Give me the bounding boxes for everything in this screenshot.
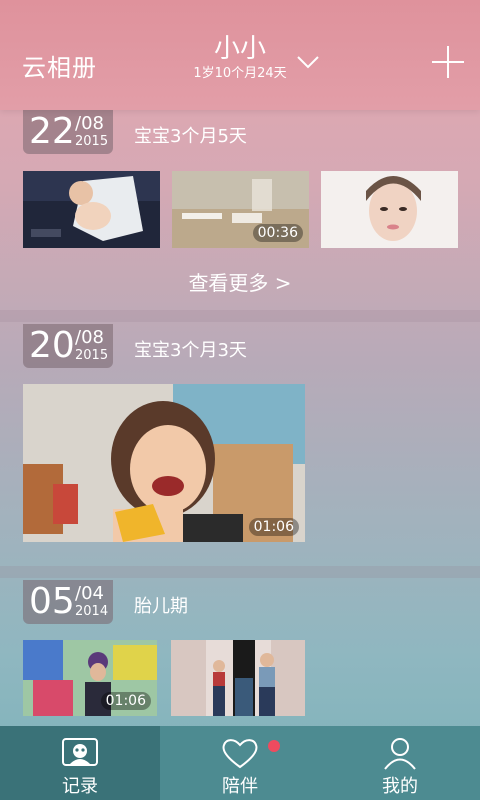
date-badge: 20 /08 2015	[23, 324, 113, 368]
date-badge: 22 /08 2015	[23, 110, 113, 154]
date-year: 2015	[75, 348, 109, 363]
date-month: /04	[75, 583, 104, 604]
age-label: 宝宝3个月3天	[134, 340, 247, 361]
baby-age: 1岁10个月24天	[193, 66, 287, 81]
tab-companion[interactable]: 陪伴	[160, 726, 320, 800]
video-duration: 01:06	[248, 518, 299, 536]
age-label: 胎儿期	[134, 596, 188, 617]
tab-label: 我的	[382, 776, 418, 797]
baby-name: 小小	[213, 34, 266, 64]
video-duration: 00:36	[252, 224, 303, 242]
section-divider	[0, 310, 480, 322]
date-badge: 05 /04 2014	[23, 580, 113, 624]
tab-record[interactable]: 记录	[0, 726, 160, 800]
portrait-photo	[321, 171, 458, 248]
person-icon	[384, 738, 416, 770]
add-icon[interactable]	[430, 44, 466, 80]
date-month: /08	[75, 327, 104, 348]
screen: 云相册 小小 1岁10个月24天 22 /08 2015 宝宝3个月5天 00:…	[0, 0, 480, 800]
timeline-section: 05 /04 2014 胎儿期 01:06	[0, 578, 480, 728]
tab-me[interactable]: 我的	[320, 726, 480, 800]
bottom-tab-bar: 记录 陪伴 我的	[0, 726, 480, 800]
age-label: 宝宝3个月5天	[134, 126, 247, 147]
date-month: /08	[75, 113, 104, 134]
photo-thumbnail[interactable]	[321, 171, 458, 248]
video-thumbnail[interactable]: 00:36	[172, 171, 309, 248]
timeline-section: 20 /08 2015 宝宝3个月3天 01:06	[0, 322, 480, 552]
app-title: 云相册	[22, 54, 97, 82]
record-icon	[62, 738, 98, 766]
date-day: 22	[29, 111, 75, 152]
photo-thumbnail[interactable]	[171, 640, 305, 716]
tab-label: 陪伴	[222, 776, 258, 797]
date-day: 05	[29, 581, 75, 622]
chevron-down-icon[interactable]	[296, 54, 320, 70]
notification-dot	[268, 740, 280, 752]
see-more-link[interactable]: 查看更多 >	[0, 267, 480, 296]
baby-photo	[23, 171, 160, 248]
date-year: 2015	[75, 134, 109, 149]
video-thumbnail[interactable]: 01:06	[23, 384, 305, 542]
section-divider	[0, 566, 480, 578]
top-bar: 云相册 小小 1岁10个月24天	[0, 0, 480, 110]
timeline-section: 22 /08 2015 宝宝3个月5天 00:36 查看更多 >	[0, 110, 480, 310]
video-duration: 01:06	[100, 692, 151, 710]
date-day: 20	[29, 325, 75, 366]
date-year: 2014	[75, 604, 109, 619]
photo-thumbnail[interactable]	[23, 171, 160, 248]
tab-label: 记录	[62, 776, 98, 797]
baby-selector[interactable]: 小小 1岁10个月24天	[190, 34, 290, 82]
family-photo	[171, 640, 305, 716]
heart-icon	[222, 739, 258, 769]
video-thumbnail[interactable]: 01:06	[23, 640, 157, 716]
